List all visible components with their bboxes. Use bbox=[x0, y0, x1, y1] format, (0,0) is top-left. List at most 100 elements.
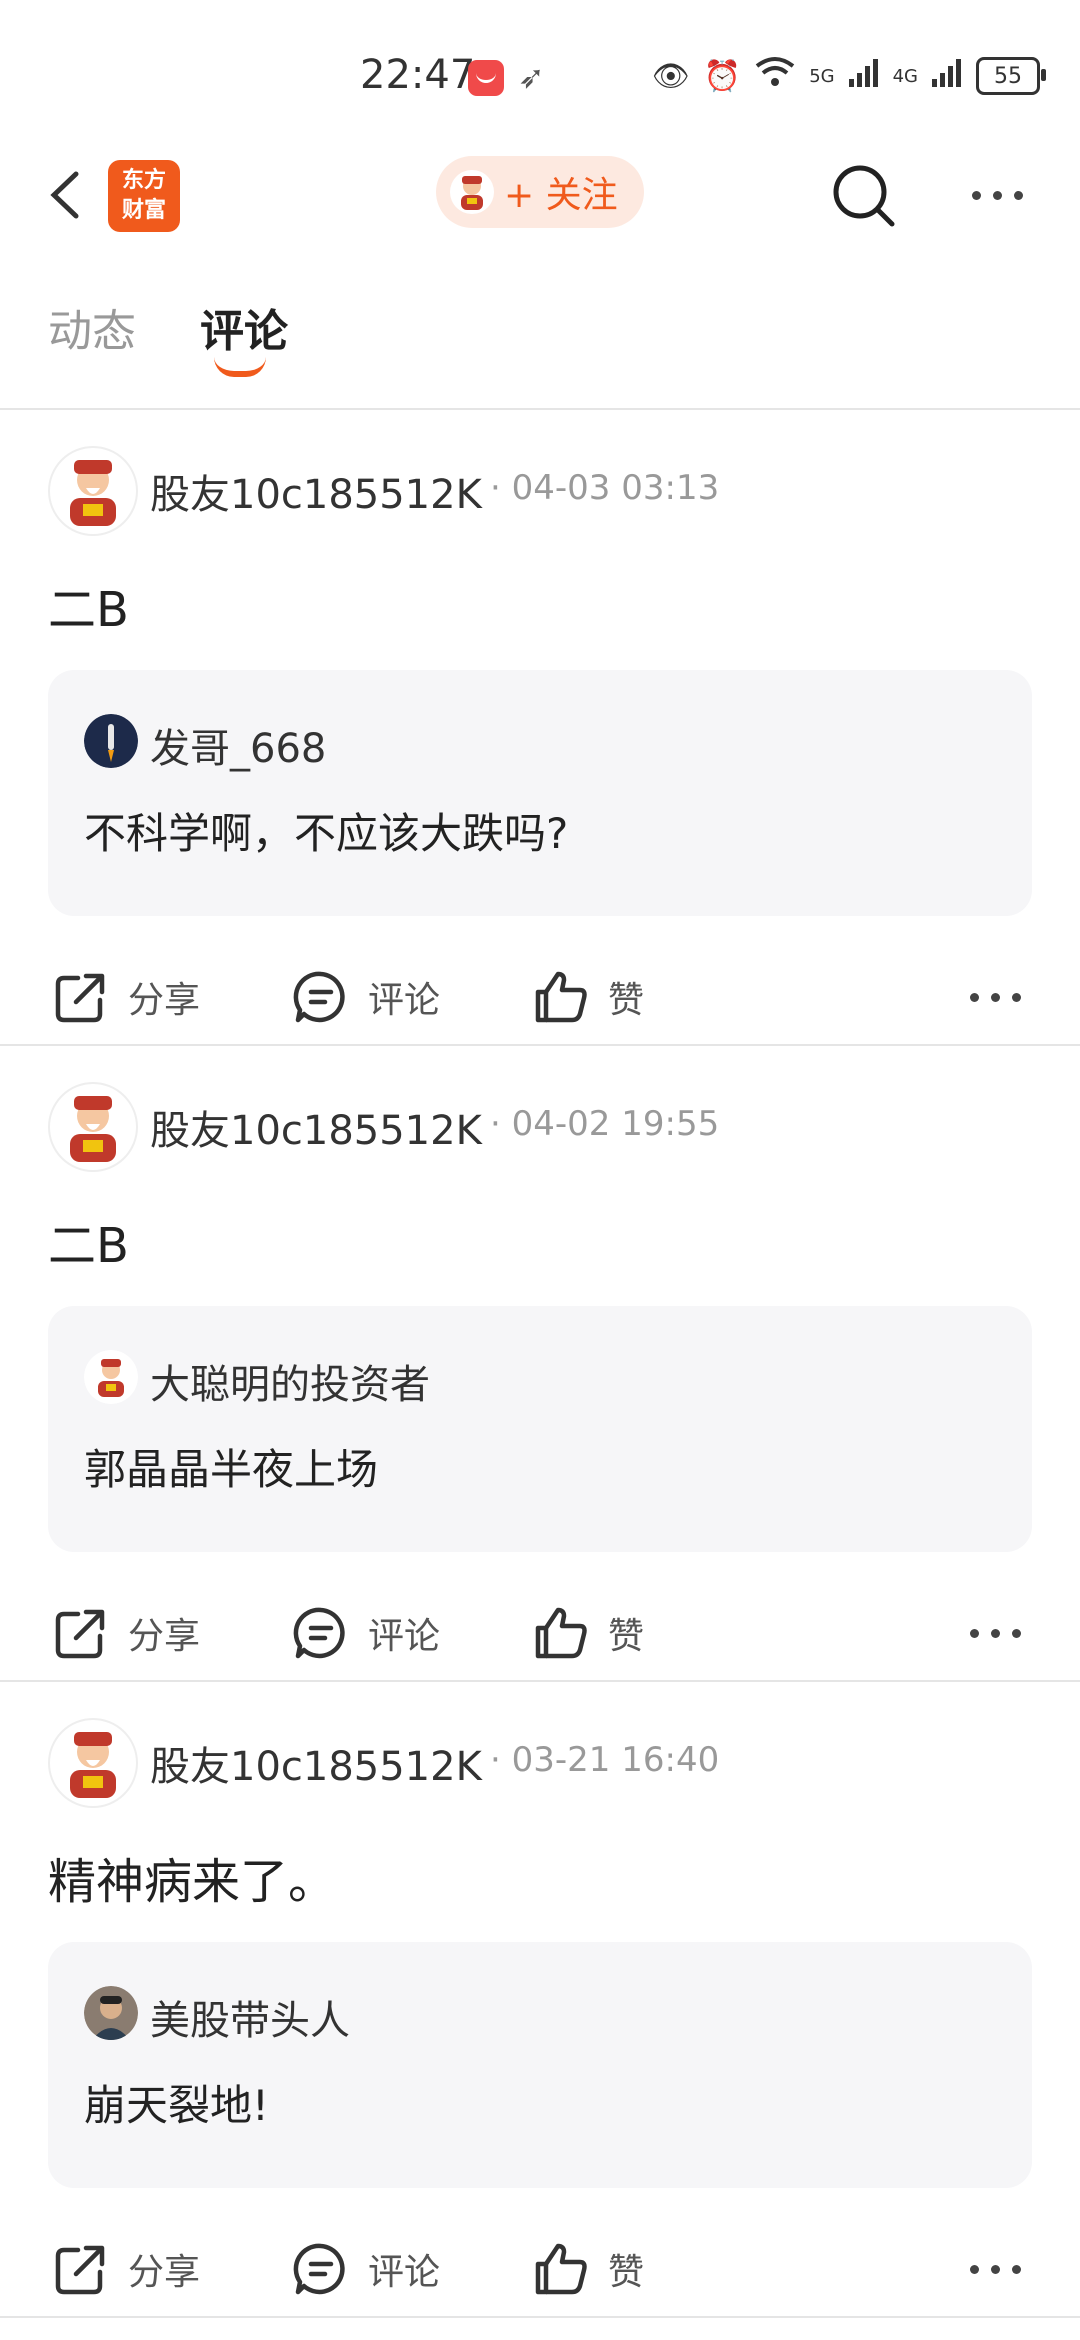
post-more-button[interactable] bbox=[970, 962, 1030, 1032]
post-username[interactable]: 股友10c185512K bbox=[150, 462, 482, 520]
huawei-app-icon bbox=[468, 60, 504, 96]
post-content: 二B bbox=[48, 582, 129, 638]
quoted-post[interactable]: 美股带头人 崩天裂地! bbox=[48, 1942, 1032, 2188]
active-tab-indicator bbox=[214, 357, 266, 377]
wifi-icon bbox=[755, 56, 795, 96]
post-username[interactable]: 股友10c185512K bbox=[150, 1098, 482, 1156]
comment-post[interactable]: 股友10c185512K · 03-21 16:40 精神病来了。 美股带头人 … bbox=[0, 1682, 1080, 2317]
status-bar: 22:47 ➶ 👁 ⏰ 5G 4G 55 bbox=[0, 0, 1080, 150]
battery-level: 55 bbox=[994, 63, 1022, 89]
eastmoney-logo[interactable]: 东方 财富 bbox=[108, 160, 180, 232]
god-of-wealth-avatar-icon bbox=[70, 1096, 116, 1162]
quoted-username[interactable]: 美股带头人 bbox=[150, 1988, 350, 2046]
status-time: 22:47 bbox=[360, 52, 476, 98]
post-time: 03-21 16:40 bbox=[511, 1740, 720, 1780]
tab-dynamic[interactable]: 动态 bbox=[48, 295, 136, 359]
post-timestamp: · 04-02 19:55 bbox=[490, 1104, 720, 1144]
user-photo-avatar-icon bbox=[84, 1986, 138, 2040]
like-button[interactable]: 赞 bbox=[532, 962, 644, 1032]
thumbs-up-icon bbox=[535, 2243, 587, 2295]
share-button[interactable]: 分享 bbox=[52, 962, 200, 1032]
comment-label: 评论 bbox=[368, 1616, 441, 1657]
like-label: 赞 bbox=[608, 2252, 645, 2293]
share-button[interactable]: 分享 bbox=[52, 1598, 200, 1668]
like-button[interactable]: 赞 bbox=[532, 1598, 644, 1668]
comment-post[interactable]: 股友10c185512K · 04-03 03:13 二B 发哥_668 不科学… bbox=[0, 410, 1080, 1045]
share-button[interactable]: 分享 bbox=[52, 2234, 200, 2304]
quoted-text: 郭晶晶半夜上场 bbox=[84, 1445, 379, 1494]
quoted-post[interactable]: 大聪明的投资者 郭晶晶半夜上场 bbox=[48, 1306, 1032, 1552]
comment-label: 评论 bbox=[368, 2252, 441, 2293]
top-nav: 东方 财富 + 关注 bbox=[0, 150, 1080, 250]
logo-text-line1: 东方 bbox=[121, 168, 166, 193]
like-button[interactable]: 赞 bbox=[532, 2234, 644, 2304]
avatar[interactable] bbox=[48, 1718, 138, 1808]
comment-icon bbox=[293, 2243, 345, 2295]
back-arrow-icon bbox=[50, 171, 79, 219]
god-of-wealth-avatar-icon bbox=[70, 1732, 116, 1798]
god-of-wealth-avatar-icon bbox=[70, 460, 116, 526]
quoted-username[interactable]: 大聪明的投资者 bbox=[150, 1352, 430, 1410]
signal-bars-icon bbox=[848, 57, 879, 95]
search-icon bbox=[833, 165, 895, 227]
post-content: 二B bbox=[48, 1218, 129, 1274]
comment-button[interactable]: 评论 bbox=[292, 962, 440, 1032]
post-actions: 分享 评论 赞 bbox=[0, 2234, 1080, 2304]
more-options-button[interactable] bbox=[962, 180, 1032, 210]
quoted-text: 不科学啊，不应该大跌吗? bbox=[84, 809, 569, 858]
like-label: 赞 bbox=[608, 1616, 645, 1657]
more-icon bbox=[970, 962, 1021, 1032]
share-label: 分享 bbox=[128, 980, 201, 1021]
divider bbox=[0, 2316, 1080, 2318]
thumbs-up-icon bbox=[535, 971, 587, 1023]
post-timestamp: · 03-21 16:40 bbox=[490, 1740, 720, 1780]
share-icon bbox=[55, 1609, 105, 1659]
share-icon bbox=[55, 973, 105, 1023]
post-actions: 分享 评论 赞 bbox=[0, 1598, 1080, 1668]
share-icon bbox=[55, 2245, 105, 2295]
post-username[interactable]: 股友10c185512K bbox=[150, 1734, 482, 1792]
rocket-avatar-icon bbox=[84, 714, 138, 768]
like-label: 赞 bbox=[608, 980, 645, 1021]
follow-button[interactable]: + 关注 bbox=[436, 156, 644, 228]
post-time: 04-03 03:13 bbox=[511, 468, 720, 508]
post-more-button[interactable] bbox=[970, 1598, 1030, 1668]
comment-button[interactable]: 评论 bbox=[292, 1598, 440, 1668]
tab-comments[interactable]: 评论 bbox=[200, 295, 288, 359]
alarm-icon: ⏰ bbox=[703, 58, 742, 94]
comment-icon bbox=[293, 971, 345, 1023]
comment-post[interactable]: 股友10c185512K · 04-02 19:55 二B 大聪明的投资者 郭晶… bbox=[0, 1046, 1080, 1681]
post-time: 04-02 19:55 bbox=[511, 1104, 720, 1144]
post-content: 精神病来了。 bbox=[48, 1854, 337, 1910]
comment-icon bbox=[293, 1607, 345, 1659]
god-of-wealth-avatar-icon bbox=[450, 170, 494, 214]
follow-label: + 关注 bbox=[504, 175, 618, 216]
back-button[interactable] bbox=[40, 160, 100, 230]
tab-bar: 动态 评论 bbox=[0, 285, 1080, 395]
more-icon bbox=[970, 2234, 1021, 2304]
quoted-text: 崩天裂地! bbox=[84, 2081, 269, 2130]
comment-label: 评论 bbox=[368, 980, 441, 1021]
thumbs-up-icon bbox=[535, 1607, 587, 1659]
god-of-wealth-avatar-icon bbox=[84, 1350, 138, 1404]
share-label: 分享 bbox=[128, 1616, 201, 1657]
avatar[interactable] bbox=[48, 446, 138, 536]
signal-4g-icon: 4G bbox=[892, 65, 918, 87]
more-icon bbox=[962, 180, 1032, 210]
avatar[interactable] bbox=[48, 1082, 138, 1172]
send-icon: ➶ bbox=[518, 58, 545, 96]
quoted-post[interactable]: 发哥_668 不科学啊，不应该大跌吗? bbox=[48, 670, 1032, 916]
comment-button[interactable]: 评论 bbox=[292, 2234, 440, 2304]
more-icon bbox=[970, 1598, 1021, 1668]
battery-icon: 55 bbox=[976, 57, 1046, 95]
post-more-button[interactable] bbox=[970, 2234, 1030, 2304]
search-button[interactable] bbox=[830, 162, 898, 230]
post-timestamp: · 04-03 03:13 bbox=[490, 468, 720, 508]
signal-bars-icon bbox=[932, 57, 962, 95]
quoted-username[interactable]: 发哥_668 bbox=[150, 716, 326, 774]
post-actions: 分享 评论 赞 bbox=[0, 962, 1080, 1032]
logo-text-line2: 财富 bbox=[121, 198, 166, 223]
eye-icon: 👁 bbox=[651, 58, 690, 94]
signal-5g-icon: 5G bbox=[809, 65, 835, 87]
share-label: 分享 bbox=[128, 2252, 201, 2293]
